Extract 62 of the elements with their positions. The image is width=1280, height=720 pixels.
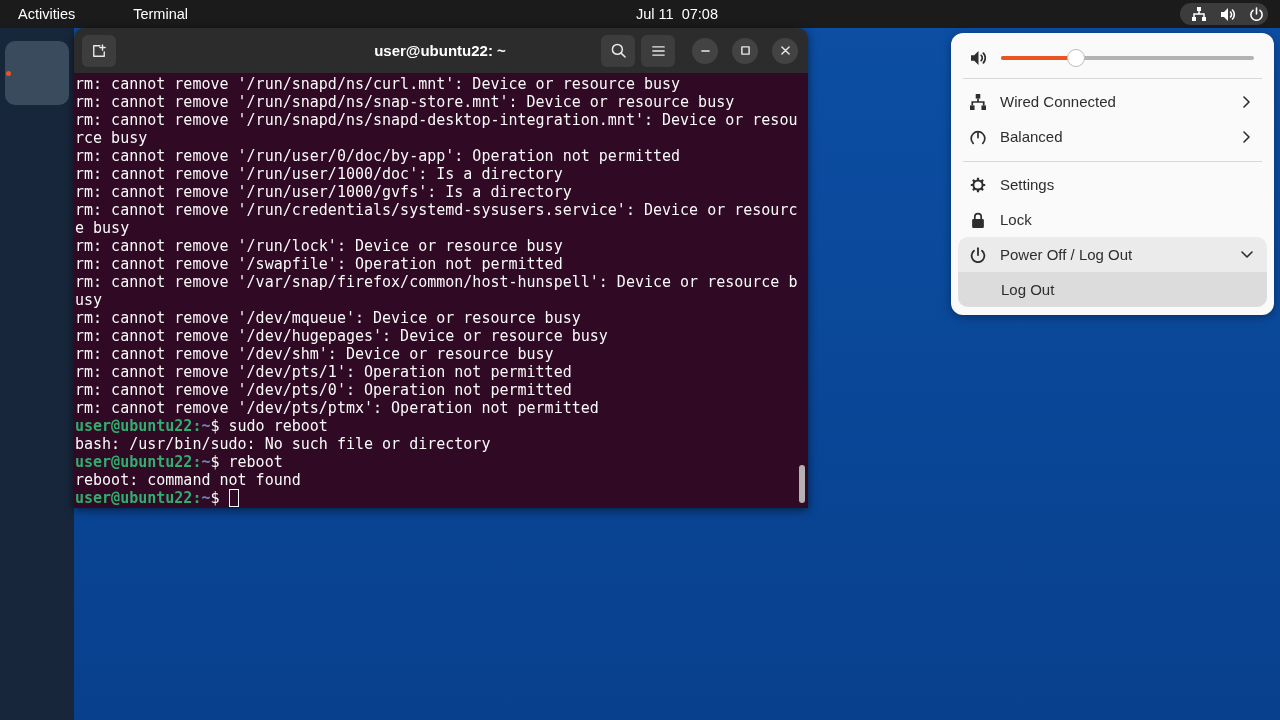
terminal-output-line: rm: cannot remove '/var/snap/firefox/common/host-hunspell': Device or resource b [75,273,798,291]
terminal-output-line: rm: cannot remove '/dev/shm': Device or resource busy [75,345,554,363]
terminal-output-line: rm: cannot remove '/dev/pts/ptmx': Operation not permitted [75,399,599,417]
chevron-right-icon [1243,95,1250,108]
terminal-prompt-line: user@ubuntu22:~$ reboot [75,453,283,471]
terminal-output-line: bash: /usr/bin/sudo: No such file or directory [75,435,491,453]
gauge-icon [970,128,986,145]
terminal-output-line: rm: cannot remove '/run/user/0/doc/by-app': Operation not permitted [75,147,681,165]
close-button[interactable] [772,37,798,64]
terminal-output-line: rm: cannot remove '/dev/mqueue': Device or resource busy [75,309,581,327]
chevron-down-icon [1241,251,1253,258]
terminal-output-line: rm: cannot remove '/run/snapd/ns/snap-store.mnt': Device or resource busy [75,93,735,111]
maximize-button[interactable] [732,37,758,64]
terminal-output-line: rm: cannot remove '/swapfile': Operation not permitted [75,255,563,273]
terminal-output-line: rm: cannot remove '/dev/pts/0': Operation not permitted [75,381,572,399]
chevron-right-icon [1243,130,1250,143]
network-icon [1192,7,1206,21]
terminal-output-line: rm: cannot remove '/run/lock': Device or resource busy [75,237,563,255]
terminal-output-line: rce busy [75,129,148,147]
menu-item[interactable]: Balanced [958,119,1267,154]
maximize-icon [740,46,750,55]
power-icon [970,246,986,263]
settings-icon [970,176,986,193]
scrollbar[interactable] [799,465,805,503]
network-icon [970,93,986,110]
volume-icon [971,51,986,65]
menu-item[interactable]: Lock [958,202,1267,237]
menu-expander[interactable]: Power Off / Log Out [958,237,1267,272]
submenu-item[interactable]: Log Out [958,272,1267,307]
menu-item[interactable]: Wired Connected [958,84,1267,119]
lock-icon [970,211,986,228]
terminal-output-line: rm: cannot remove '/dev/pts/1': Operation not permitted [75,363,572,381]
volume-icon [1221,7,1235,21]
terminal-output-line: rm: cannot remove '/run/user/1000/gvfs': Is a directory [75,183,572,201]
terminal-prompt-line: user@ubuntu22:~$ [75,489,220,507]
terminal-output-line: rm: cannot remove '/run/snapd/ns/curl.mnt': Device or resource busy [75,75,681,93]
clock-button[interactable]: Jul 11 07:08 [636,3,718,25]
terminal-output-line: rm: cannot remove '/run/user/1000/doc': Is a directory [75,165,563,183]
app-menu-button[interactable]: Terminal [133,3,188,25]
search-button[interactable] [601,34,635,67]
terminal-output-line: usy [75,291,103,309]
terminal-prompt-line: user@ubuntu22:~$ sudo reboot [75,417,328,435]
search-icon [610,43,626,58]
terminal-output-line: rm: cannot remove '/run/snapd/ns/snapd-desktop-integration.mnt': Device or resou [75,111,798,129]
new-tab-button[interactable] [82,34,116,67]
new-tab-icon [92,43,106,58]
terminal-output-line: reboot: command not found [75,471,301,489]
menu-icon [651,45,665,56]
terminal-output-line: rm: cannot remove '/run/credentials/systemd-sysusers.service': Device or resourc [75,201,798,219]
menu-button[interactable] [641,34,675,67]
system-indicators-button[interactable] [1180,3,1268,25]
power-icon [1250,7,1263,21]
activities-button[interactable]: Activities [18,3,76,25]
close-icon [780,46,790,55]
window-title: user@ubuntu22: ~ [374,42,506,59]
minimize-icon [700,49,710,52]
terminal-output-line: e busy [75,219,130,237]
volume-slider[interactable] [1001,49,1254,67]
menu-item[interactable]: Settings [958,167,1267,202]
slider-thumb[interactable] [1066,49,1085,67]
minimize-button[interactable] [692,37,718,64]
terminal-output-line: rm: cannot remove '/dev/hugepages': Device or resource busy [75,327,608,345]
